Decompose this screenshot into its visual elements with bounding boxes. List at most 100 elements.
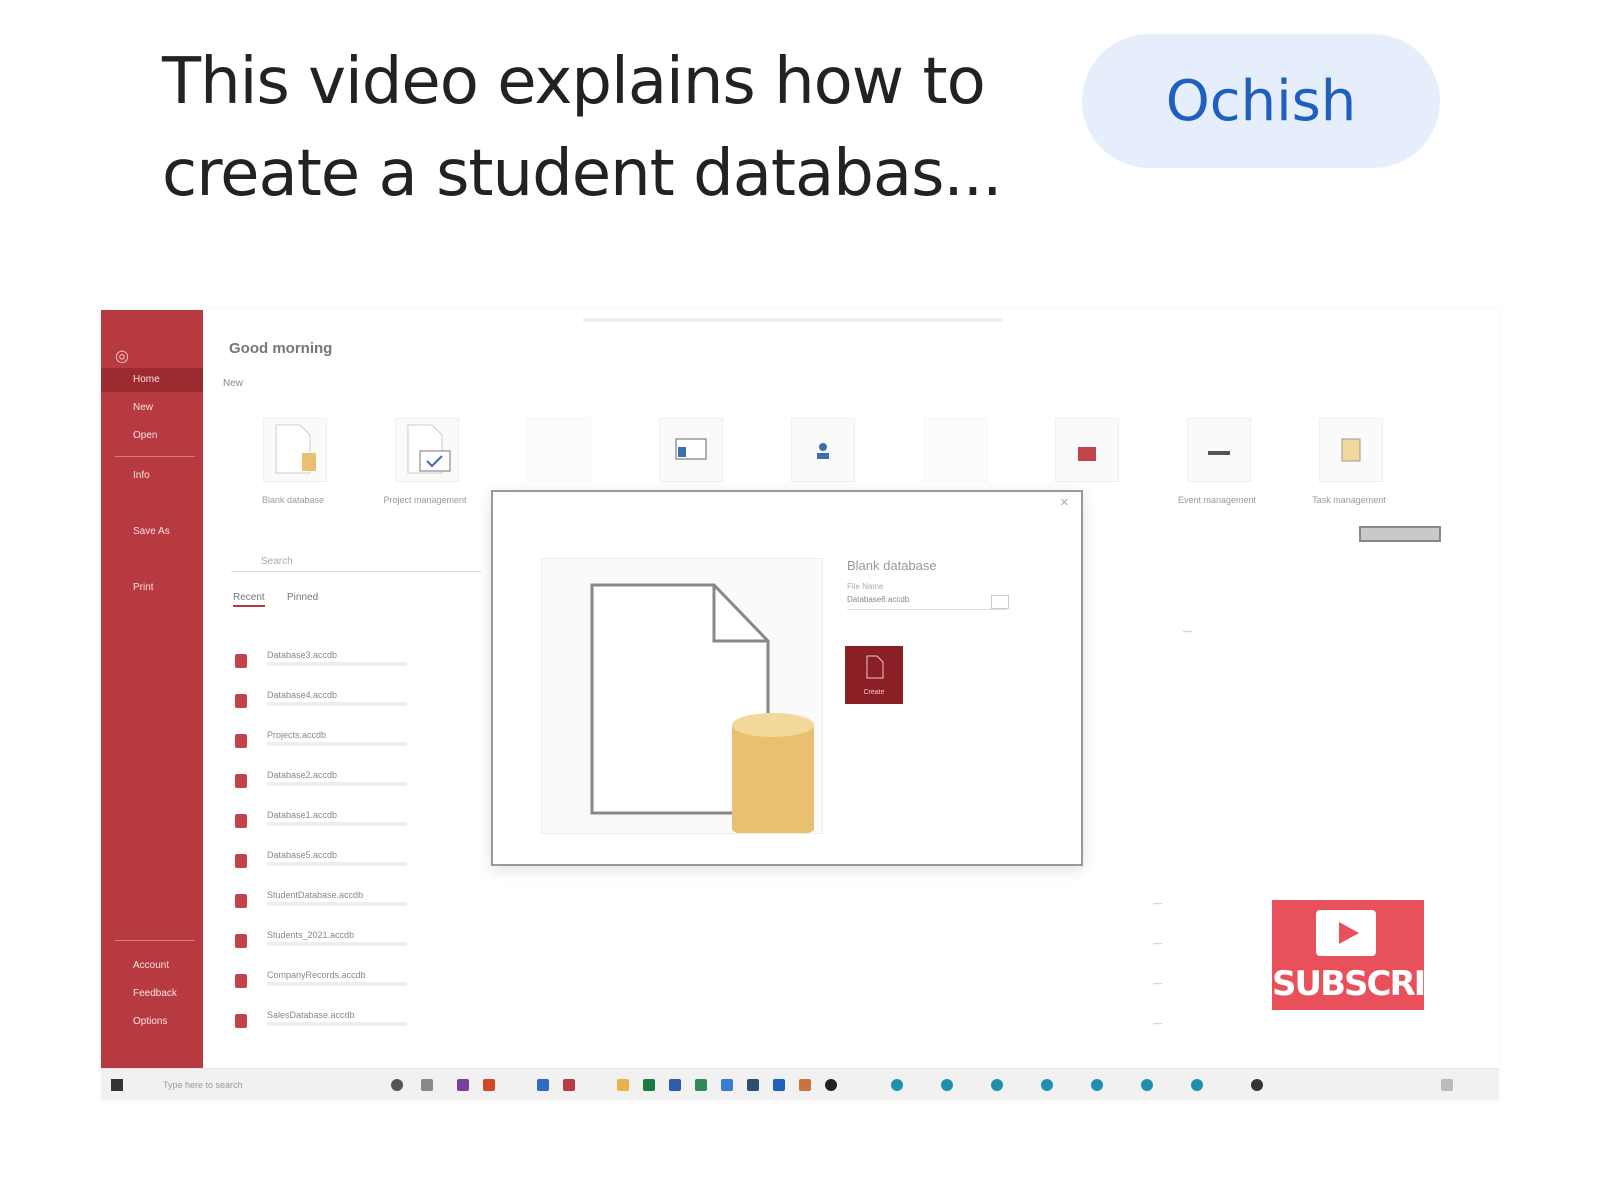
powerpoint-icon — [483, 1079, 495, 1091]
access-file-icon — [235, 734, 247, 748]
search-input: Search — [231, 552, 481, 572]
taskbar-search: Type here to search — [163, 1080, 243, 1090]
sidebar-item-new: New — [133, 402, 154, 413]
more-templates-button — [1359, 526, 1441, 542]
weather-icon — [1251, 1079, 1263, 1091]
list-item: StudentDatabase.accdb — [235, 890, 495, 920]
list-column: — — [1153, 1018, 1162, 1028]
list-item: Projects.accdb — [235, 730, 495, 760]
app-icon — [773, 1079, 785, 1091]
play-icon — [1316, 910, 1376, 956]
windows-taskbar: Type here to search — [101, 1068, 1499, 1100]
sidebar-item-feedback: Feedback — [133, 988, 177, 999]
title-bar — [583, 318, 1003, 322]
list-item: SalesDatabase.accdb — [235, 1010, 495, 1040]
sidebar-divider — [115, 940, 195, 941]
contacts-icon — [791, 418, 855, 482]
excel-icon — [643, 1079, 655, 1091]
list-item: Database2.accdb — [235, 770, 495, 800]
app-icon — [747, 1079, 759, 1091]
sidebar-item-home: Home — [101, 368, 203, 392]
create-label: Create — [863, 689, 885, 696]
file-name: Database5.accdb — [267, 850, 338, 860]
app-icon — [721, 1079, 733, 1091]
dialog-title: Blank database — [847, 558, 937, 573]
sidebar-item-options: Options — [133, 1016, 168, 1027]
list-item: Students_2021.accdb — [235, 930, 495, 960]
edge-icon — [991, 1079, 1003, 1091]
file-name: StudentDatabase.accdb — [267, 890, 364, 900]
app-icon — [799, 1079, 811, 1091]
project-icon — [395, 418, 459, 482]
template-caption: Blank database — [261, 495, 325, 505]
close-icon: ✕ — [1059, 497, 1069, 509]
folder-icon — [617, 1079, 629, 1091]
list-item: Database5.accdb — [235, 850, 495, 880]
edge-icon — [1141, 1079, 1153, 1091]
notification-icon — [1441, 1079, 1453, 1091]
app-icon — [825, 1079, 837, 1091]
access-file-icon — [235, 894, 247, 908]
video-thumbnail[interactable]: ◎ Home New Open Info Save As Print Accou… — [101, 310, 1499, 1100]
sidebar-item-save-as: Save As — [133, 526, 170, 537]
file-name: Database1.accdb — [267, 810, 338, 820]
app-icon — [669, 1079, 681, 1091]
file-name: Database4.accdb — [267, 690, 338, 700]
video-description: This video explains how to create a stud… — [162, 45, 1002, 211]
file-name: SalesDatabase.accdb — [267, 1010, 355, 1020]
file-name-label: File Name — [847, 582, 884, 591]
file-name: Database3.accdb — [267, 650, 338, 660]
task-view-icon — [421, 1079, 433, 1091]
file-name-field: Database6.accdb — [847, 595, 1007, 610]
access-file-icon — [235, 694, 247, 708]
blank-database-icon — [263, 418, 327, 482]
subscribe-button[interactable]: SUBSCRIBE — [1272, 900, 1471, 1010]
access-file-icon — [235, 1014, 247, 1028]
edge-icon — [1091, 1079, 1103, 1091]
create-button: Create — [845, 646, 903, 704]
list-column: — — [1153, 978, 1162, 988]
template-icon — [1055, 418, 1119, 482]
access-file-icon — [235, 814, 247, 828]
access-file-icon — [235, 654, 247, 668]
cortana-icon — [391, 1079, 403, 1091]
list-item: Database4.accdb — [235, 690, 495, 720]
sidebar-item-info: Info — [133, 470, 150, 481]
template-caption: Project management — [383, 495, 467, 505]
list-item: Database3.accdb — [235, 650, 495, 680]
access-file-icon — [235, 974, 247, 988]
file-name: Database2.accdb — [267, 770, 338, 780]
blank-database-dialog: ✕ Blank database File Name Database6.acc… — [491, 490, 1083, 866]
folder-icon — [991, 595, 1009, 609]
file-name: Projects.accdb — [267, 730, 327, 740]
file-name: CompanyRecords.accdb — [267, 970, 366, 980]
windows-start-icon — [111, 1079, 123, 1091]
edge-icon — [1191, 1079, 1203, 1091]
access-file-icon — [235, 774, 247, 788]
sidebar-divider — [115, 456, 195, 457]
list-item: CompanyRecords.accdb — [235, 970, 495, 1000]
list-column: — — [1183, 626, 1192, 636]
sidebar-item-account: Account — [133, 960, 170, 971]
list-column: — — [1153, 938, 1162, 948]
open-button[interactable]: Ochish — [1082, 34, 1440, 168]
back-arrow-icon: ◎ — [115, 348, 129, 365]
greeting-heading: Good morning — [229, 340, 333, 357]
edge-icon — [941, 1079, 953, 1091]
sidebar-item-open: Open — [133, 430, 158, 441]
new-section-label: New — [223, 378, 244, 389]
list-item: Database1.accdb — [235, 810, 495, 840]
edge-icon — [1041, 1079, 1053, 1091]
template-caption: Event management — [1177, 495, 1257, 505]
app-icon — [695, 1079, 707, 1091]
edge-icon — [891, 1079, 903, 1091]
onenote-icon — [457, 1079, 469, 1091]
list-column: — — [1153, 898, 1162, 908]
tab-recent: Recent — [233, 592, 265, 607]
subscribe-label: SUBSCRIBE — [1272, 964, 1471, 1004]
template-caption: Task management — [1312, 495, 1386, 505]
sidebar-item-print: Print — [133, 582, 154, 593]
event-icon — [1187, 418, 1251, 482]
access-file-icon — [235, 934, 247, 948]
access-icon — [563, 1079, 575, 1091]
